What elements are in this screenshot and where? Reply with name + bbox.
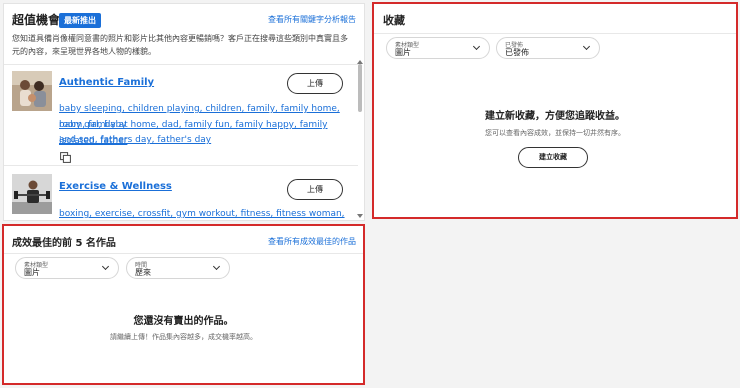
keyword-line[interactable]: boxing, exercise, crossfit, gym workout,… (59, 206, 364, 220)
chevron-down-icon (212, 262, 221, 271)
asset-type-dropdown[interactable]: 素材類型 圖片 (386, 37, 490, 59)
opportunities-title: 超值機會 (12, 13, 61, 27)
upload-button[interactable]: 上傳 (287, 179, 343, 200)
item-title-exercise-wellness[interactable]: Exercise & Wellness (59, 181, 172, 192)
collections-empty-subtitle: 您可以查看內容成效，並保持一切井然有序。 (485, 129, 625, 137)
top-works-panel: 成效最佳的前 5 名作品 查看所有成效最佳的作品 素材類型 圖片 時間 歷來 您… (2, 224, 365, 385)
divider (4, 165, 358, 166)
upload-button[interactable]: 上傳 (287, 73, 343, 94)
top-works-empty-title: 您還沒有賣出的作品。 (133, 316, 234, 327)
scrollbar-thumb[interactable] (358, 64, 362, 112)
item-title-authentic-family[interactable]: Authentic Family (59, 77, 154, 88)
dropdown-value: 圖片 (395, 48, 411, 57)
opportunities-description: 您知道具備肖像權同意書的照片和影片比其他內容更暢銷嗎？客戶正在搜尋這些類別中真實… (12, 34, 348, 56)
time-dropdown[interactable]: 時間 歷來 (126, 257, 230, 279)
dropdown-value: 圖片 (24, 268, 40, 277)
chevron-down-icon (101, 262, 110, 271)
thumbnail-family[interactable] (12, 71, 52, 111)
chevron-down-icon (472, 42, 481, 51)
keyword-report-link[interactable]: 查看所有關鍵字分析報告 (268, 14, 356, 25)
dropdown-value: 已發佈 (505, 48, 529, 57)
chevron-down-icon (582, 42, 591, 51)
create-collection-button[interactable]: 建立收藏 (518, 147, 588, 168)
top-works-title: 成效最佳的前 5 名作品 (12, 238, 116, 249)
opportunities-panel: 超值機會 最新推出 查看所有關鍵字分析報告 您知道具備肖像權同意書的照片和影片比… (3, 3, 365, 221)
collections-panel: 收藏 素材類型 圖片 已發佈 已發佈 建立新收藏，方便您追蹤收益。 您可以查看內… (372, 2, 738, 219)
top-works-empty-subtitle: 請繼續上傳！作品集內容越多，成交機率越高。 (110, 333, 257, 341)
collections-empty-title: 建立新收藏，方便您追蹤收益。 (485, 111, 625, 122)
scroll-down-arrow[interactable] (357, 214, 363, 218)
thumbnail-exercise[interactable] (12, 174, 52, 214)
keyword-line[interactable]: and son, fathers day, father's day (59, 132, 211, 148)
dropdown-value: 歷來 (135, 268, 151, 277)
divider (4, 64, 358, 65)
new-badge: 最新推出 (59, 13, 101, 28)
divider (4, 253, 363, 254)
published-dropdown[interactable]: 已發佈 已發佈 (496, 37, 600, 59)
asset-type-dropdown[interactable]: 素材類型 圖片 (15, 257, 119, 279)
divider (374, 33, 736, 34)
view-top-works-link[interactable]: 查看所有成效最佳的作品 (268, 236, 356, 247)
collections-title: 收藏 (383, 14, 405, 27)
